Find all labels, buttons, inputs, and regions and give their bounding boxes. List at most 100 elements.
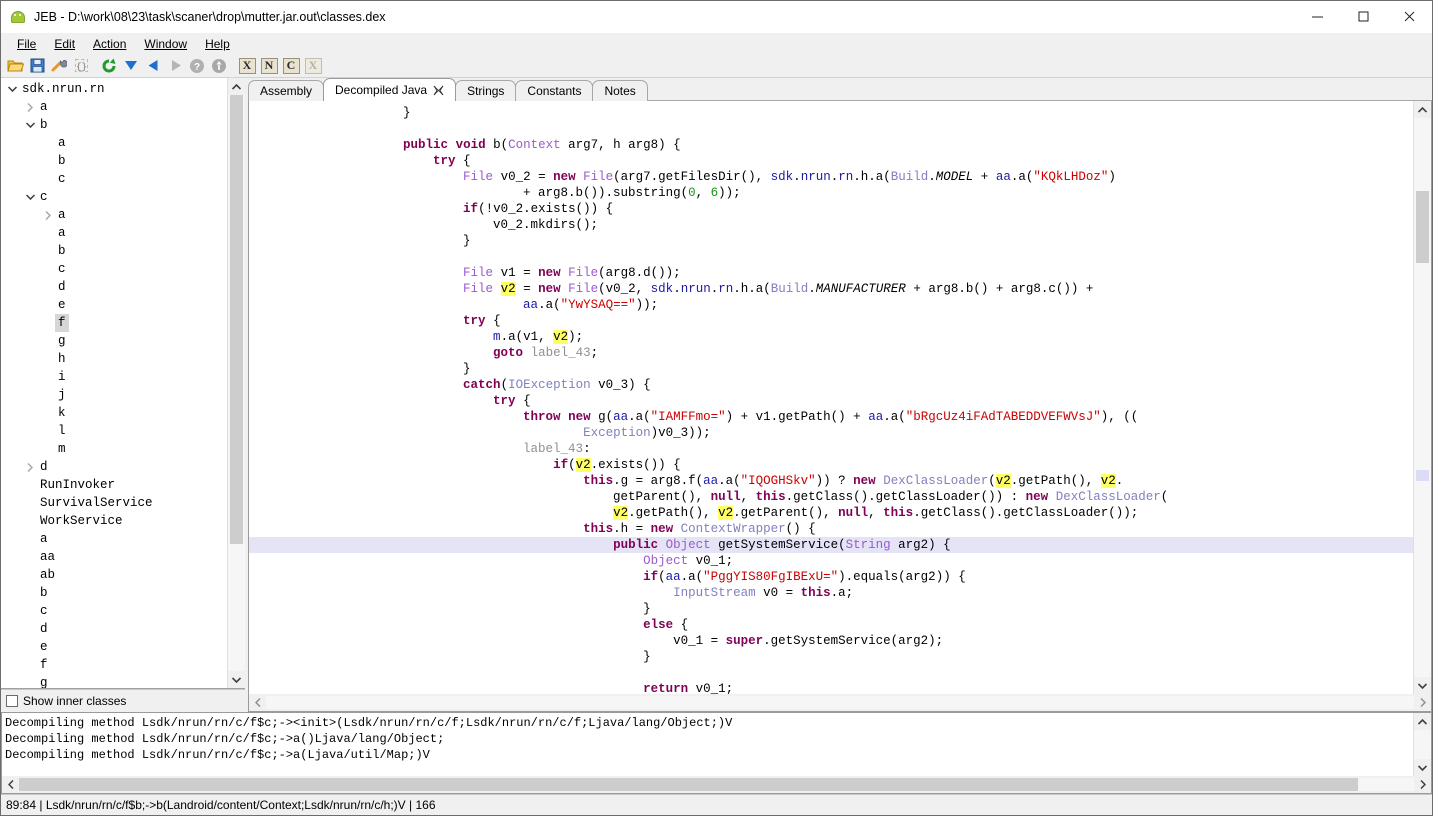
tree-item[interactable]: a [1,98,227,116]
editor-scroll-left-icon[interactable] [249,698,266,707]
code-line[interactable]: this.g = arg8.f(aa.a("IQOGHSkv")) ? new … [249,473,1413,489]
code-line[interactable]: return v0_1; [249,681,1413,694]
tree-item[interactable]: SurvivalService [1,494,227,512]
chevron-right-icon[interactable] [23,458,37,476]
tree-item[interactable]: d [1,458,227,476]
code-line[interactable]: } [249,361,1413,377]
close-icon[interactable] [433,85,444,96]
log-hscroll-track[interactable] [19,778,1414,791]
code-line[interactable]: m.a(v1, v2); [249,329,1413,345]
tree-item[interactable]: ab [1,566,227,584]
right-arrow-icon[interactable] [164,55,186,76]
chevron-right-icon[interactable] [23,98,37,116]
close-button[interactable] [1386,1,1432,32]
editor-scroll-thumb[interactable] [1416,190,1429,264]
code-line[interactable]: getParent(), null, this.getClass().getCl… [249,489,1413,505]
tree-item[interactable]: a [1,224,227,242]
tree-item[interactable]: l [1,422,227,440]
code-line[interactable]: if(aa.a("PggYIS80FgIBExU=").equals(arg2)… [249,569,1413,585]
code-line[interactable]: } [249,649,1413,665]
code-line[interactable]: File v1 = new File(arg8.d()); [249,265,1413,281]
tree-scroll-thumb[interactable] [230,95,243,545]
minimize-button[interactable] [1294,1,1340,32]
toolbar-letter-x-button[interactable]: X [236,55,258,76]
editor-scroll-track[interactable] [1414,118,1431,677]
code-line[interactable]: Object v0_1; [249,553,1413,569]
menu-help[interactable]: Help [196,35,239,53]
code-line[interactable]: goto label_43; [249,345,1413,361]
help-icon[interactable]: ? [186,55,208,76]
show-inner-classes-row[interactable]: Show inner classes [1,689,245,712]
editor-horizontal-scrollbar[interactable] [249,694,1431,711]
tab-strings[interactable]: Strings [455,80,517,101]
down-arrow-icon[interactable] [120,55,142,76]
tree-item[interactable]: d [1,278,227,296]
code-line[interactable]: this.h = new ContextWrapper() { [249,521,1413,537]
code-line[interactable]: try { [249,153,1413,169]
toolbar-letter-n-button[interactable]: N [258,55,280,76]
tree-item[interactable]: b [1,584,227,602]
tree-item[interactable]: d [1,620,227,638]
show-inner-classes-checkbox[interactable] [6,695,18,707]
tree-item[interactable]: g [1,674,227,688]
tree-item[interactable]: b [1,242,227,260]
tree-item[interactable]: m [1,440,227,458]
tree-item[interactable]: c [1,170,227,188]
code-line[interactable]: if(!v0_2.exists()) { [249,201,1413,217]
code-line[interactable]: public Object getSystemService(String ar… [249,537,1413,553]
editor-scroll-up-icon[interactable] [1414,101,1431,118]
log-scroll-left-icon[interactable] [2,780,19,789]
decompiled-java-code[interactable]: } public void b(Context arg7, h arg8) { … [249,101,1413,694]
tree-item[interactable]: b [1,116,227,134]
editor-hscroll-track[interactable] [266,696,1414,709]
tree-item[interactable]: a [1,134,227,152]
tab-decompiled-java[interactable]: Decompiled Java [323,78,457,101]
code-line[interactable]: try { [249,313,1413,329]
code-line[interactable]: throw new g(aa.a("IAMFFmo=") + v1.getPat… [249,409,1413,425]
code-line[interactable]: } [249,233,1413,249]
editor-tabstrip[interactable]: Assembly Decompiled Java Strings Constants N… [248,78,1432,101]
code-line[interactable] [249,121,1413,137]
log-output[interactable]: Decompiling method Lsdk/nrun/rn/c/f$c;->… [2,713,1413,776]
code-line[interactable]: + arg8.b()).substring(0, 6)); [249,185,1413,201]
braces-icon[interactable]: {} [70,55,92,76]
refresh-icon[interactable] [98,55,120,76]
log-scroll-right-icon[interactable] [1414,780,1431,789]
tree-item[interactable]: e [1,638,227,656]
tree-item[interactable]: k [1,404,227,422]
chevron-down-icon[interactable] [23,188,37,206]
maximize-button[interactable] [1340,1,1386,32]
tree-item[interactable]: c [1,602,227,620]
code-line[interactable]: try { [249,393,1413,409]
tree-item[interactable]: e [1,296,227,314]
tree-item[interactable]: h [1,350,227,368]
code-line[interactable]: catch(IOException v0_3) { [249,377,1413,393]
code-line[interactable]: label_43: [249,441,1413,457]
tree-scroll-track[interactable] [228,95,245,671]
toolbar-letter-c-button[interactable]: C [280,55,302,76]
info-icon[interactable] [208,55,230,76]
code-line[interactable]: File v0_2 = new File(arg7.getFilesDir(),… [249,169,1413,185]
menu-file[interactable]: File [8,35,45,53]
code-line[interactable]: v2.getPath(), v2.getParent(), null, this… [249,505,1413,521]
log-scroll-up-icon[interactable] [1414,713,1431,730]
code-line[interactable]: if(v2.exists()) { [249,457,1413,473]
tree-scroll-up-icon[interactable] [228,78,245,95]
tree-item[interactable]: WorkService [1,512,227,530]
code-line[interactable]: v0_2.mkdirs(); [249,217,1413,233]
menu-edit[interactable]: Edit [45,35,84,53]
code-line[interactable]: InputStream v0 = this.a; [249,585,1413,601]
tree-vertical-scrollbar[interactable] [227,78,245,688]
code-line[interactable]: else { [249,617,1413,633]
editor-scroll-right-icon[interactable] [1414,698,1431,707]
code-line[interactable]: aa.a("YwYSAQ==")); [249,297,1413,313]
code-line[interactable] [249,665,1413,681]
tree-item[interactable]: sdk.nrun.rn [1,80,227,98]
log-scroll-track[interactable] [1414,730,1431,759]
tree-item[interactable]: aa [1,548,227,566]
log-vertical-scrollbar[interactable] [1413,713,1431,776]
code-line[interactable] [249,249,1413,265]
tree-item[interactable]: b [1,152,227,170]
tree-item[interactable]: a [1,530,227,548]
code-line[interactable]: Exception)v0_3)); [249,425,1413,441]
